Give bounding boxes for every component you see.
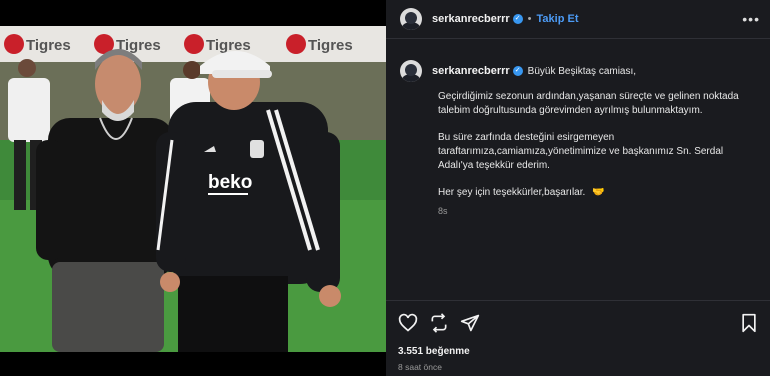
caption-time[interactable]: 8s	[438, 206, 448, 216]
bookmark-icon[interactable]	[740, 313, 758, 338]
posted-time: 8 saat önce	[398, 362, 442, 372]
caption-verified-icon: ✓	[512, 66, 523, 76]
shirt-sponsor-logo: beko	[208, 172, 252, 193]
caption-block: serkanrecberrr ✓ Büyük Beşiktaş camiası,	[400, 60, 755, 82]
verified-badge-icon: ✓	[512, 14, 523, 24]
post-side-panel: serkanrecberrr ✓ • Takip Et ••• serkanre…	[386, 0, 770, 376]
actions-divider	[386, 300, 770, 301]
caption-line: talebim doğrultusunda görevimden ayrılmı…	[438, 105, 703, 116]
caption-avatar[interactable]	[400, 60, 422, 82]
caption-line: Geçirdiğimiz sezonun ardından,yaşanan sü…	[438, 91, 739, 102]
post-header: serkanrecberrr ✓ • Takip Et •••	[386, 0, 770, 38]
follow-button[interactable]: Takip Et	[537, 13, 579, 25]
avatar[interactable]	[400, 8, 422, 30]
repost-icon[interactable]	[429, 313, 449, 338]
banner-text-1: Tigres	[26, 37, 71, 54]
header-divider	[386, 38, 770, 39]
likes-count[interactable]: 3.551 beğenme	[398, 346, 470, 357]
share-icon[interactable]	[460, 313, 480, 338]
header-username[interactable]: serkanrecberrr	[432, 13, 510, 25]
caption-line: Her şey için teşekkürler,başarılar.	[438, 187, 586, 198]
caption-paragraph-1: Geçirdiğimiz sezonun ardından,yaşanan sü…	[438, 90, 758, 118]
caption-paragraph-2: Bu süre zarfında desteğini esirgemeyen t…	[438, 131, 758, 173]
action-bar	[398, 313, 758, 335]
more-options-icon[interactable]: •••	[742, 11, 760, 27]
caption-greeting: Büyük Beşiktaş camiası,	[527, 65, 637, 77]
separator-dot: •	[527, 13, 532, 25]
banner-text-4: Tigres	[308, 37, 353, 54]
post-photo[interactable]: Tigres Tigres Tigres Tigres beko	[0, 0, 386, 376]
heart-icon[interactable]	[398, 313, 418, 338]
caption-line: Adalı'ya teşekkür ederim.	[438, 160, 550, 171]
handshake-emoji-icon: 🤝	[592, 187, 605, 198]
banner-text-3: Tigres	[206, 37, 251, 54]
caption-line: taraftarımıza,camiamıza,yönetimimize ve …	[438, 146, 724, 157]
caption-username[interactable]: serkanrecberrr	[432, 65, 510, 77]
caption-line: Bu süre zarfında desteğini esirgemeyen	[438, 132, 615, 143]
instagram-post: Tigres Tigres Tigres Tigres beko serkanr…	[0, 0, 770, 376]
caption-paragraph-3: Her şey için teşekkürler,başarılar. 🤝	[438, 186, 758, 200]
